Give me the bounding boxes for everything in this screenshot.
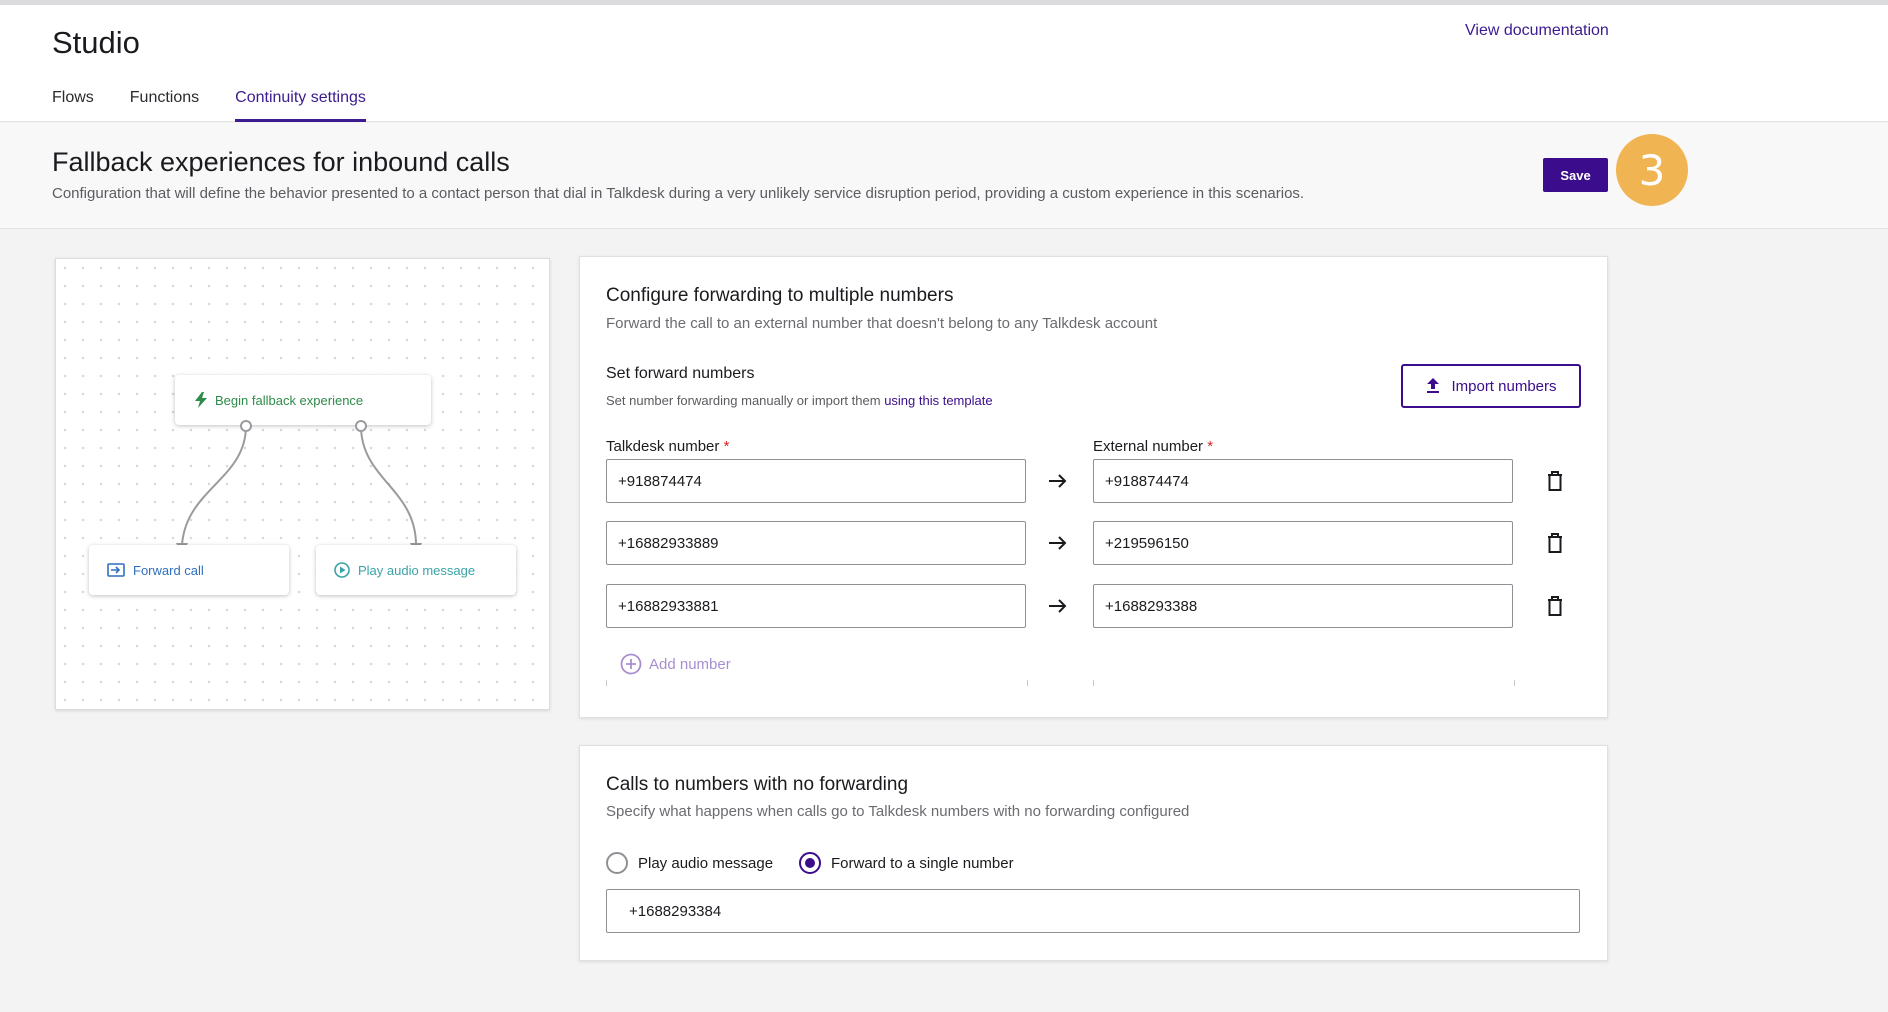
external-number-input[interactable] [1093,459,1513,503]
radio-circle [799,852,821,874]
radio-play-audio-label: Play audio message [638,854,774,872]
plus-circle-icon [620,653,642,675]
radio-circle [606,852,628,874]
external-number-label-text: External number [1093,438,1204,455]
set-forward-desc: Set number forwarding manually or import… [606,393,881,408]
required-mark: * [1207,438,1214,455]
begin-node-label: Begin fallback experience [215,392,364,408]
flow-canvas[interactable]: Begin fallback experience Forward call P… [55,258,550,710]
forwarding-description: Forward the call to an external number t… [606,315,1158,332]
upload-icon [1427,378,1440,393]
talkdesk-number-label-text: Talkdesk number [606,438,720,455]
template-link[interactable]: using this template [884,393,992,408]
add-number-button[interactable]: Add number [620,653,731,675]
save-button[interactable]: Save [1543,158,1608,192]
no-forwarding-title: Calls to numbers with no forwarding [606,774,909,795]
no-forwarding-description: Specify what happens when calls go to Ta… [606,803,1190,820]
connector-port [240,420,252,432]
import-numbers-label: Import numbers [1451,377,1557,395]
talkdesk-number-input[interactable] [606,584,1026,628]
trash-icon[interactable] [1543,594,1567,618]
tab-functions[interactable]: Functions [130,89,199,122]
tab-bar: Flows Functions Continuity settings [52,89,402,122]
page-header: Fallback experiences for inbound calls C… [0,123,1888,229]
play-audio-node[interactable]: Play audio message [316,545,516,595]
app-header: Studio View documentation Flows Function… [0,5,1888,122]
ghost-input-edge [1093,680,1515,686]
external-number-input[interactable] [1093,584,1513,628]
forward-call-label: Forward call [133,562,204,578]
annotation-badge-3: 3 [1616,134,1688,206]
talkdesk-number-input[interactable] [606,459,1026,503]
lightning-icon [195,392,207,408]
external-number-input[interactable] [1093,521,1513,565]
forwarding-title: Configure forwarding to multiple numbers [606,285,954,306]
set-forward-title: Set forward numbers [606,365,755,382]
radio-forward-single-label: Forward to a single number [831,854,1014,872]
arrow-right-icon [1049,474,1067,488]
page-description: Configuration that will define the behav… [52,185,1305,202]
talkdesk-number-input[interactable] [606,521,1026,565]
trash-icon[interactable] [1543,469,1567,493]
ghost-input-edge [606,680,1028,686]
single-number-input[interactable] [606,889,1580,933]
import-numbers-button[interactable]: Import numbers [1401,364,1581,408]
tab-continuity-settings[interactable]: Continuity settings [235,89,366,122]
arrow-right-icon [1049,599,1067,613]
connector-port [355,420,367,432]
add-number-label: Add number [649,655,731,673]
arrow-right-icon [1049,536,1067,550]
radio-forward-single[interactable]: Forward to a single number [799,852,1014,874]
forward-call-node[interactable]: Forward call [89,545,289,595]
trash-icon[interactable] [1543,531,1567,555]
view-documentation-link[interactable]: View documentation [1465,22,1609,40]
required-mark: * [723,438,730,455]
app-title: Studio [52,25,140,60]
talkdesk-number-label: Talkdesk number * [606,438,729,455]
external-number-label: External number * [1093,438,1213,455]
play-audio-label: Play audio message [358,562,476,578]
tab-flows[interactable]: Flows [52,89,94,122]
set-forward-desc-wrap: Set number forwarding manually or import… [606,393,993,408]
begin-fallback-node[interactable]: Begin fallback experience [175,375,431,425]
page-title: Fallback experiences for inbound calls [52,147,510,177]
forward-call-icon [107,563,125,577]
radio-play-audio[interactable]: Play audio message [606,852,773,874]
flow-connectors [176,425,422,555]
play-circle-icon [334,562,350,578]
